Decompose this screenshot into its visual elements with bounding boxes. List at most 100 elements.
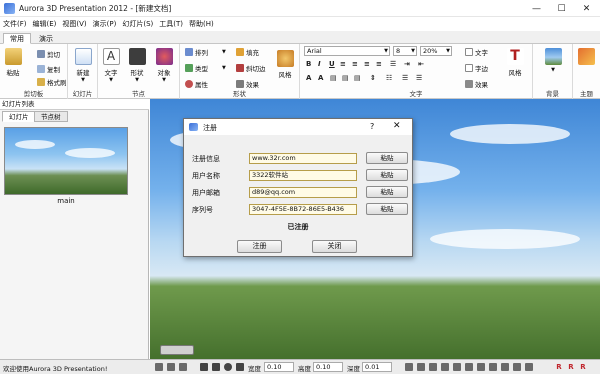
snap-icon[interactable] <box>513 363 521 371</box>
background-button[interactable]: ▼ <box>542 48 564 73</box>
new-slide-button[interactable]: 新建 ▼ <box>72 48 94 83</box>
valign-top-icon[interactable]: ▤ <box>330 74 337 82</box>
user-email-field[interactable]: d89@qq.com <box>249 187 357 198</box>
paste-user-name-button[interactable]: 粘贴 <box>366 169 408 181</box>
shape-node-label: 形状 <box>130 69 144 77</box>
type-button[interactable]: 类型 ▼ <box>185 63 226 73</box>
numbering-icon[interactable]: ☰ <box>416 74 422 82</box>
align-center-icon[interactable]: ≡ <box>352 60 358 68</box>
text-button-label: 文字 <box>475 49 488 57</box>
depth-input[interactable]: 0.01 <box>362 362 392 372</box>
line-spacing-icon[interactable]: ☷ <box>386 74 392 82</box>
shape-style-button[interactable]: 风格 <box>274 50 296 79</box>
move-icon[interactable] <box>212 363 220 371</box>
minimize-button[interactable]: — <box>524 0 549 17</box>
paste-serial-number-button[interactable]: 粘贴 <box>366 203 408 215</box>
group-icon[interactable] <box>429 363 437 371</box>
reset-scale-button[interactable]: R <box>578 362 588 372</box>
register-button[interactable]: 注册 <box>237 240 282 253</box>
text-node-button[interactable]: A 文字 ▼ <box>100 48 122 83</box>
char-spacing-icon <box>465 64 473 72</box>
tab-present[interactable]: 演示 <box>32 33 60 44</box>
reset-rotation-button[interactable]: R <box>566 362 576 372</box>
menu-tools[interactable]: 工具(T) <box>159 19 183 29</box>
align-right-icon[interactable]: ≡ <box>364 60 370 68</box>
cut-button[interactable]: 剪切 <box>37 49 60 59</box>
view-icon[interactable] <box>525 363 533 371</box>
zoom-select[interactable]: 20% ▼ <box>420 46 452 56</box>
view-navigation-buttons[interactable] <box>160 345 194 355</box>
menu-edit[interactable]: 编辑(E) <box>33 19 57 29</box>
mirror-icon[interactable] <box>489 363 497 371</box>
indent-icon[interactable]: ⇥ <box>404 60 410 68</box>
grid-icon[interactable] <box>167 363 175 371</box>
list-icon[interactable]: ☰ <box>390 60 396 68</box>
menu-file[interactable]: 文件(F) <box>3 19 27 29</box>
tab-common[interactable]: 常用 <box>3 33 31 44</box>
bevel-button[interactable]: 斜切边 <box>236 63 266 73</box>
format-brush-button[interactable]: 格式刷 <box>37 77 67 87</box>
slide-thumbnail[interactable] <box>4 127 128 195</box>
valign-bottom-icon[interactable]: ▤ <box>354 74 361 82</box>
layer-down-icon[interactable] <box>477 363 485 371</box>
paste-user-email-button[interactable]: 粘贴 <box>366 186 408 198</box>
char-spacing-button[interactable]: 字边 <box>465 63 488 73</box>
camera-icon[interactable] <box>155 363 163 371</box>
paste-register-info-button[interactable]: 粘贴 <box>366 152 408 164</box>
copy-button[interactable]: 复制 <box>37 64 60 74</box>
text-style-button[interactable]: T 风格 <box>503 48 527 77</box>
font-family-select[interactable]: Arial ▼ <box>304 46 390 56</box>
cloud-decoration <box>15 140 55 149</box>
align-left-icon[interactable]: ≡ <box>340 60 346 68</box>
shape-node-button[interactable]: 形状 ▼ <box>126 48 148 83</box>
flip-icon[interactable] <box>501 363 509 371</box>
height-input[interactable]: 0.10 <box>313 362 343 372</box>
tab-node-tree[interactable]: 节点树 <box>34 111 68 122</box>
paste-button[interactable]: 粘贴 <box>3 48 23 77</box>
arrange-button[interactable]: 排列 ▼ <box>185 47 226 57</box>
menu-slide[interactable]: 幻灯片(S) <box>122 19 153 29</box>
fill-button[interactable]: 填充 <box>236 47 259 57</box>
menu-help[interactable]: 帮助(H) <box>189 19 214 29</box>
underline-button[interactable]: U <box>329 60 335 68</box>
width-input[interactable]: 0.10 <box>264 362 294 372</box>
ungroup-icon[interactable] <box>441 363 449 371</box>
outdent-icon[interactable]: ⇤ <box>418 60 424 68</box>
scale-icon[interactable] <box>236 363 244 371</box>
slides-group-label: 幻灯片 <box>72 90 93 98</box>
italic-button[interactable]: I <box>318 60 321 68</box>
text-button[interactable]: 文字 <box>465 47 488 57</box>
layer-up-icon[interactable] <box>465 363 473 371</box>
align-icon[interactable] <box>405 363 413 371</box>
superscript-icon[interactable]: A <box>306 74 311 82</box>
light-icon[interactable] <box>179 363 187 371</box>
lock-icon[interactable] <box>453 363 461 371</box>
menu-view[interactable]: 视图(V) <box>62 19 86 29</box>
distribute-icon[interactable] <box>417 363 425 371</box>
pointer-icon[interactable] <box>200 363 208 371</box>
tab-slides[interactable]: 幻灯片 <box>2 111 36 122</box>
rotate-icon[interactable] <box>224 363 232 371</box>
menu-present[interactable]: 演示(P) <box>93 19 117 29</box>
subscript-icon[interactable]: A <box>318 74 323 82</box>
dropdown-arrow-icon: ▼ <box>222 65 226 71</box>
user-name-field[interactable]: 3322软件站 <box>249 170 357 181</box>
valign-middle-icon[interactable]: ▤ <box>342 74 349 82</box>
close-dialog-button[interactable]: 关闭 <box>312 240 357 253</box>
shape-style-label: 风格 <box>278 71 292 79</box>
font-size-select[interactable]: 8 ▼ <box>393 46 417 56</box>
reset-position-button[interactable]: R <box>554 362 564 372</box>
spacing-icon[interactable]: ⇕ <box>370 74 376 82</box>
bold-button[interactable]: B <box>306 60 311 68</box>
serial-number-field[interactable]: 3047-4F5E-8B72-86E5-B436 <box>249 204 357 215</box>
bullet-icon[interactable]: ☰ <box>402 74 408 82</box>
justify-icon[interactable]: ≡ <box>376 60 382 68</box>
close-window-button[interactable]: ✕ <box>574 0 599 17</box>
maximize-button[interactable]: ☐ <box>549 0 574 17</box>
theme-button[interactable] <box>576 48 596 67</box>
help-icon[interactable]: ? <box>370 122 374 131</box>
object-node-button[interactable]: 对象 ▼ <box>153 48 175 83</box>
register-info-field[interactable]: www.32r.com <box>249 153 357 164</box>
close-icon[interactable]: ✕ <box>393 121 401 131</box>
title-bar: Aurora 3D Presentation 2012 - [新建文档] — ☐… <box>0 0 600 17</box>
